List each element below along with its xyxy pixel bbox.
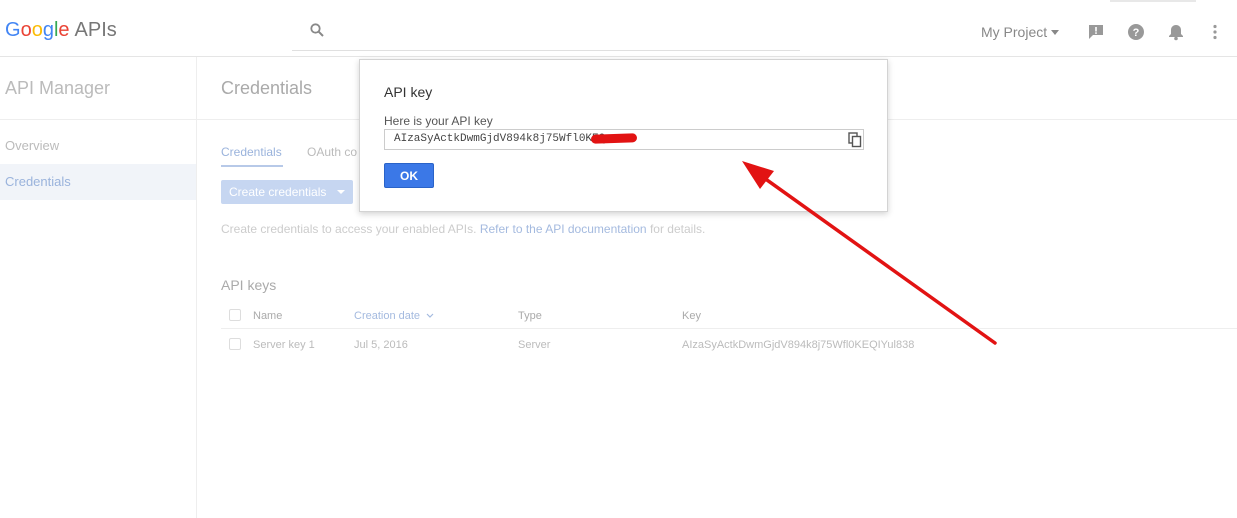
sidebar-item-overview[interactable]: Overview	[0, 128, 196, 164]
create-credentials-button[interactable]: Create credentials	[221, 180, 353, 204]
search-icon	[310, 23, 324, 37]
active-tab-indicator	[221, 165, 283, 167]
logo-letter: G	[5, 19, 21, 41]
creation-date-cell: Jul 5, 2016	[354, 339, 408, 351]
logo-letter: e	[58, 19, 70, 41]
project-selector[interactable]: My Project	[981, 24, 1047, 40]
column-header-name[interactable]: Name	[253, 310, 282, 322]
google-apis-logo[interactable]: Google APIs	[5, 19, 117, 42]
feedback-icon[interactable]	[1087, 23, 1105, 41]
tab-credentials[interactable]: Credentials	[221, 145, 282, 159]
top-bar: Google APIs My Project ?	[0, 0, 1237, 57]
info-text: Create credentials to access your enable…	[221, 222, 705, 236]
annotation-arrow-icon	[742, 161, 997, 345]
logo-letter: g	[42, 19, 54, 41]
column-header-creation-date[interactable]: Creation date	[354, 310, 434, 322]
api-key-value: AIzaSyActkDwmGjdV894k8j75Wfl0KEQ	[394, 133, 606, 145]
header-strip	[1110, 0, 1196, 2]
help-icon[interactable]: ?	[1127, 23, 1145, 41]
type-cell: Server	[518, 339, 551, 351]
chevron-down-icon[interactable]	[1051, 30, 1059, 35]
search-input[interactable]	[292, 14, 800, 51]
divider	[221, 328, 1237, 329]
notifications-icon[interactable]	[1167, 23, 1185, 41]
logo-letter: o	[31, 19, 43, 41]
tab-oauth-consent[interactable]: OAuth co	[307, 145, 357, 159]
sidebar-item-credentials[interactable]: Credentials	[0, 164, 196, 200]
sidebar	[0, 57, 197, 518]
page-title: Credentials	[221, 78, 313, 98]
create-credentials-label: Create credentials	[229, 185, 327, 199]
divider	[0, 119, 196, 120]
logo-suffix: APIs	[74, 19, 117, 41]
select-all-checkbox[interactable]	[229, 309, 241, 321]
logo-letter: o	[20, 19, 32, 41]
more-vert-icon[interactable]	[1206, 23, 1224, 41]
api-key-field[interactable]: AIzaSyActkDwmGjdV894k8j75Wfl0KEQ	[384, 129, 864, 150]
ok-button[interactable]: OK	[384, 163, 434, 188]
api-keys-heading: API keys	[221, 277, 277, 293]
row-checkbox[interactable]	[229, 338, 241, 350]
chevron-down-icon	[337, 190, 345, 194]
dialog-title: API key	[384, 84, 433, 100]
key-name-cell[interactable]: Server key 1	[253, 339, 315, 351]
sidebar-title: API Manager	[5, 78, 111, 98]
info-text-before: Create credentials to access your enable…	[221, 222, 477, 236]
svg-text:?: ?	[1133, 27, 1140, 39]
api-key-label: Here is your API key	[384, 114, 493, 128]
chevron-down-icon	[426, 313, 434, 318]
redaction-mark	[590, 133, 638, 144]
api-documentation-link[interactable]: Refer to the API documentation	[480, 222, 647, 236]
column-header-label: Creation date	[354, 310, 421, 322]
column-header-key[interactable]: Key	[682, 310, 701, 322]
column-header-type[interactable]: Type	[518, 310, 542, 322]
info-text-after: for details.	[649, 222, 706, 236]
copy-icon[interactable]	[848, 132, 862, 148]
